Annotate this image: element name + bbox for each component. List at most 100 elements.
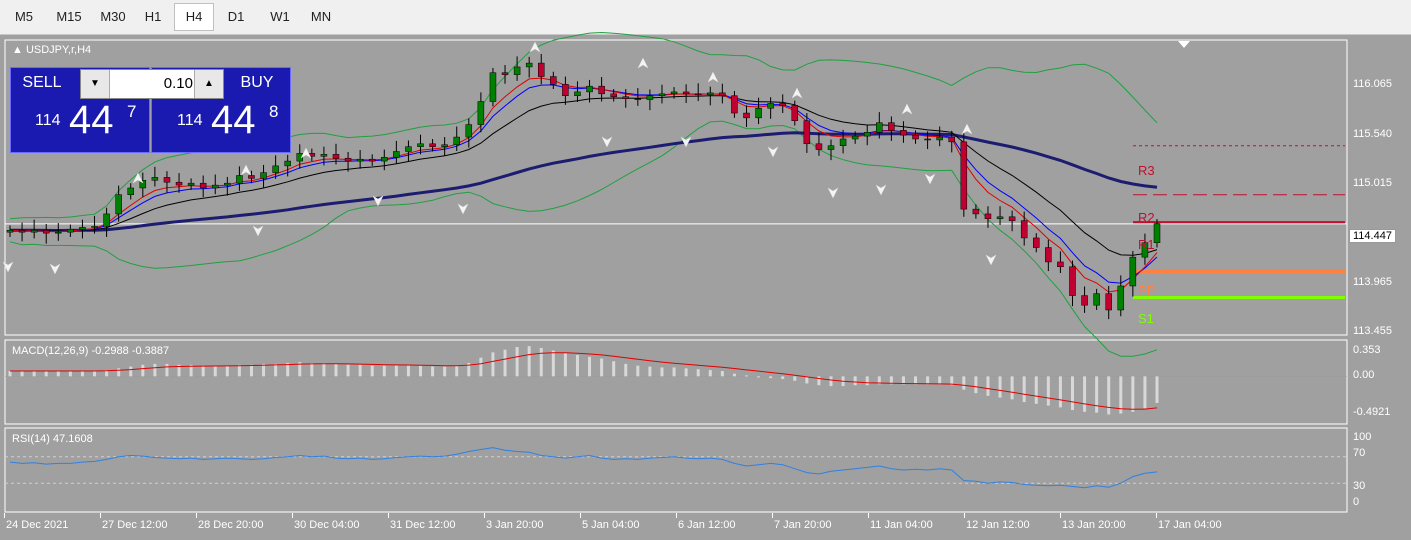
- fractal-down-arrow-icon: [601, 136, 613, 148]
- candle-body: [996, 216, 1004, 219]
- macd-histogram-bar: [1022, 376, 1026, 403]
- macd-histogram-bar: [974, 376, 978, 394]
- macd-histogram-bar: [165, 363, 169, 377]
- time-axis-label: 24 Dec 2021: [6, 519, 69, 531]
- fractal-down-arrow-icon: [767, 146, 779, 158]
- macd-histogram-bar: [1107, 376, 1111, 415]
- fractal-down-arrow-icon: [985, 254, 997, 266]
- candle-body: [429, 143, 436, 147]
- candle-body: [1033, 237, 1040, 248]
- macd-histogram-bar: [527, 346, 531, 377]
- sell-price-big: 114: [35, 112, 61, 129]
- macd-histogram-bar: [249, 364, 253, 377]
- macd-histogram-bar: [539, 347, 543, 377]
- lot-size-stepper[interactable]: ▼ 0.10 ▲: [80, 69, 224, 99]
- macd-axis-label: 0.00: [1353, 369, 1375, 381]
- macd-histogram-bar: [213, 365, 217, 377]
- symbol-title: ▲ USDJPY,r,H4: [12, 44, 91, 56]
- time-axis-label: 6 Jan 12:00: [678, 519, 736, 531]
- macd-histogram-bar: [1070, 376, 1074, 411]
- chart-shift-marker: [1178, 41, 1190, 48]
- macd-histogram-bar: [44, 371, 48, 377]
- collapse-triangle-icon[interactable]: ▲: [12, 44, 23, 56]
- time-axis-tick: [676, 513, 677, 518]
- macd-histogram-bar: [322, 363, 326, 377]
- macd-histogram-bar: [636, 365, 640, 377]
- time-axis-tick: [292, 513, 293, 518]
- macd-histogram-bar: [732, 373, 736, 377]
- macd-histogram-bar: [563, 353, 567, 377]
- candle-body: [42, 229, 50, 234]
- candle-body: [320, 154, 328, 157]
- macd-histogram-bar: [1046, 376, 1050, 406]
- macd-histogram-bar: [853, 376, 857, 386]
- macd-histogram-bar: [419, 365, 423, 377]
- rsi-panel-frame: [4, 427, 1348, 513]
- macd-histogram-bar: [588, 356, 592, 377]
- fractal-up-arrow-icon: [300, 147, 312, 159]
- candle-body: [658, 93, 666, 97]
- candle-body: [163, 177, 171, 183]
- candle-body: [670, 91, 678, 95]
- rsi-axis-label: 30: [1353, 480, 1366, 492]
- candle-body: [876, 122, 883, 133]
- candle-body: [1020, 220, 1028, 239]
- candle-body: [537, 62, 545, 77]
- candle-body: [682, 91, 690, 95]
- buy-label: BUY: [240, 74, 274, 91]
- fractal-down-arrow-icon: [252, 225, 264, 237]
- candle-body: [187, 182, 195, 186]
- macd-histogram-bar: [817, 376, 821, 386]
- macd-histogram-bar: [310, 363, 314, 377]
- candle-body: [18, 229, 26, 233]
- macd-histogram-bar: [1119, 376, 1123, 414]
- price-axis-label: 115.015: [1353, 177, 1392, 189]
- macd-histogram-bar: [153, 363, 157, 377]
- macd-axis-label: 0.353: [1353, 344, 1381, 356]
- time-axis-tick: [484, 513, 485, 518]
- time-axis-label: 11 Jan 04:00: [870, 519, 933, 531]
- time-axis-tick: [388, 513, 389, 518]
- candle-body: [1081, 295, 1088, 306]
- price-axis-label: 113.455: [1353, 325, 1392, 337]
- lot-size-value[interactable]: 0.10: [111, 70, 193, 98]
- macd-histogram-bar: [1095, 376, 1099, 413]
- candle-body: [550, 76, 557, 85]
- macd-histogram-bar: [237, 364, 241, 377]
- candle-body: [598, 85, 605, 95]
- candle-body: [513, 66, 521, 75]
- candle-body: [815, 143, 823, 150]
- macd-histogram-bar: [491, 352, 495, 377]
- candle-body: [912, 134, 919, 140]
- macd-histogram-bar: [431, 366, 435, 377]
- time-axis-tick: [196, 513, 197, 518]
- symbol-title-text: USDJPY,r,H4: [25, 44, 92, 56]
- macd-histogram-bar: [575, 355, 579, 377]
- time-axis-label: 7 Jan 20:00: [774, 519, 832, 531]
- candle-body: [332, 154, 340, 159]
- macd-histogram-bar: [1131, 376, 1135, 412]
- candle-body: [574, 91, 581, 97]
- candle-body: [1093, 293, 1100, 306]
- macd-histogram-bar: [962, 376, 966, 390]
- macd-signal-line: [10, 352, 1158, 410]
- macd-histogram-bar: [394, 365, 398, 377]
- macd-histogram-bar: [1143, 376, 1147, 409]
- time-axis-label: 28 Dec 20:00: [198, 519, 264, 531]
- lot-decrease-icon[interactable]: ▼: [81, 70, 110, 98]
- time-axis-label: 3 Jan 20:00: [486, 519, 544, 531]
- candle-body: [91, 226, 98, 228]
- candle-body: [1057, 261, 1064, 268]
- lot-increase-icon[interactable]: ▲: [194, 70, 223, 98]
- sell-price-fraction: 7: [127, 102, 137, 121]
- candle-body: [924, 138, 931, 141]
- macd-histogram-bar: [68, 371, 72, 377]
- time-axis-tick: [868, 513, 869, 518]
- candle-body: [368, 158, 376, 162]
- candle-body: [67, 229, 74, 233]
- candle-body: [284, 160, 291, 167]
- time-axis-tick: [964, 513, 965, 518]
- candle-body: [453, 136, 460, 146]
- macd-histogram-bar: [201, 365, 205, 377]
- macd-histogram-bar: [334, 363, 338, 377]
